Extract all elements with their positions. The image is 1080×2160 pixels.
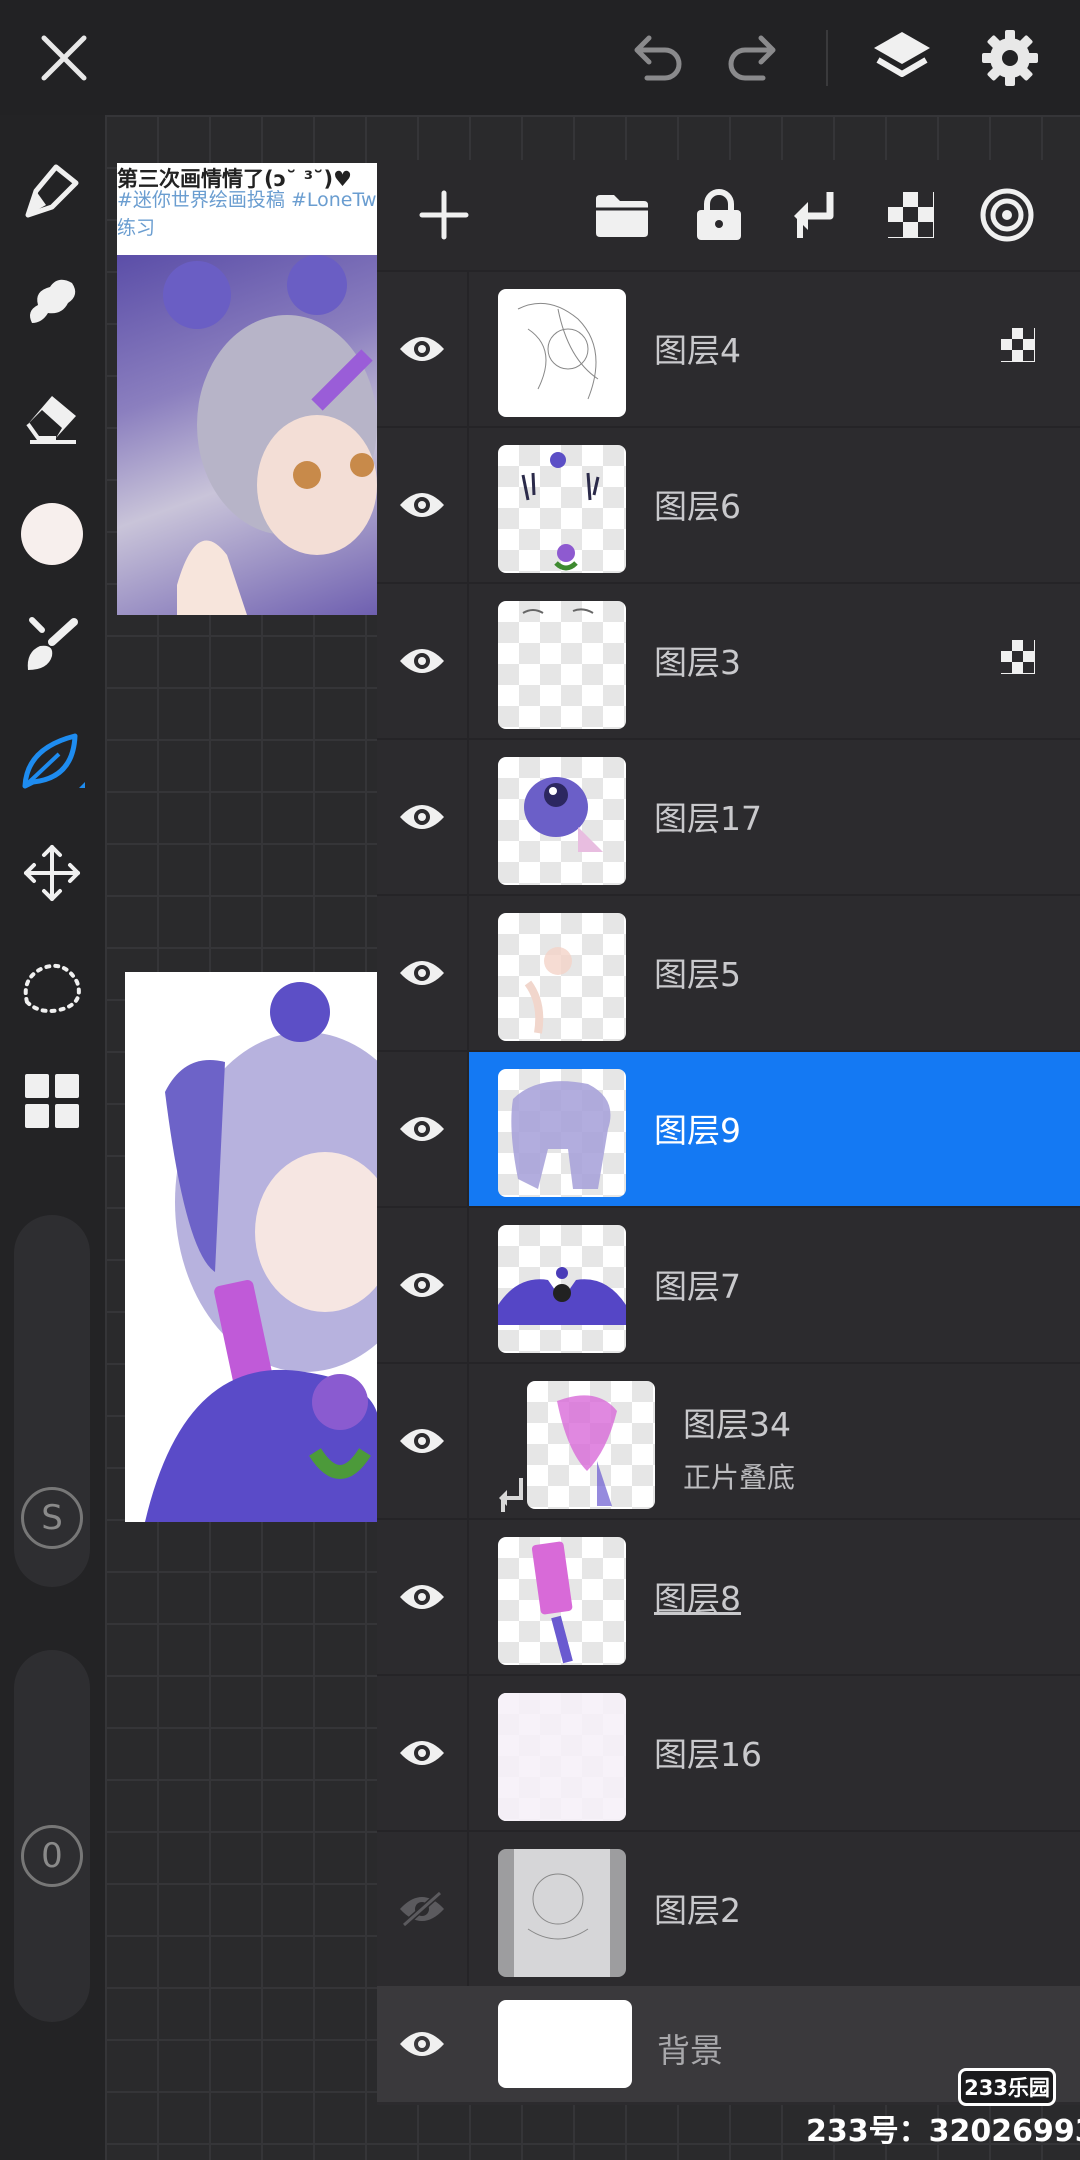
add-layer-icon[interactable] [407, 178, 481, 252]
layer-name: 图层17 [654, 799, 762, 838]
lock-icon[interactable] [682, 178, 756, 252]
alpha-lock-indicator-icon[interactable] [1000, 327, 1036, 367]
visibility-eye-icon[interactable] [377, 1208, 469, 1362]
layer-row[interactable]: 图层8 [377, 1518, 1080, 1674]
visibility-eye-icon[interactable] [377, 584, 469, 738]
layer-row-clipped[interactable]: 图层34 正片叠底 [377, 1362, 1080, 1518]
layer-name: 图层16 [654, 1735, 762, 1774]
paint-bucket-icon[interactable] [16, 610, 88, 682]
background-color-swatch[interactable] [498, 2000, 632, 2088]
layer-name: 图层8 [654, 1579, 741, 1618]
layer-row[interactable]: 图层6 [377, 426, 1080, 582]
visibility-eye-icon[interactable] [377, 1520, 469, 1674]
visibility-eye-icon[interactable] [377, 740, 469, 894]
layers-panel: 图层4 图层6 图层3 图层17 图层5 图层9 图层7 图层34 正片叠底 图… [377, 160, 1080, 2105]
reference-caption: 练习 [117, 217, 156, 239]
layer-name: 图层7 [654, 1267, 741, 1306]
visibility-eye-icon[interactable] [398, 2028, 446, 2064]
layer-blend-mode: 正片叠底 [683, 1461, 796, 1494]
brush-size-slider[interactable]: S [14, 1215, 90, 1587]
layer-name: 图层4 [654, 331, 741, 370]
clipping-mask-arrow-icon [497, 1476, 527, 1518]
visibility-eye-icon[interactable] [377, 1052, 469, 1206]
eraser-icon[interactable] [16, 380, 88, 452]
visibility-eye-icon[interactable] [377, 1676, 469, 1830]
layer-row-hidden[interactable]: 图层2 [377, 1830, 1080, 1986]
top-bar [0, 0, 1080, 115]
visibility-eye-icon[interactable] [377, 1364, 469, 1518]
layer-name: 图层5 [654, 955, 741, 994]
layer-name: 图层2 [654, 1891, 741, 1930]
redo-icon[interactable] [718, 22, 790, 94]
reference-hashtags: #迷你世界绘画投稿 #LoneTwk [117, 189, 379, 211]
layer-row[interactable]: 图层7 [377, 1206, 1080, 1362]
brush-opacity-slider[interactable]: 0 [14, 1650, 90, 2022]
move-icon[interactable] [16, 837, 88, 909]
lasso-icon[interactable] [16, 952, 88, 1024]
close-icon[interactable] [28, 22, 100, 94]
grid-icon[interactable] [16, 1065, 88, 1137]
layers-icon[interactable] [866, 22, 938, 94]
layer-row-selected[interactable]: 图层9 [377, 1050, 1080, 1206]
layer-thumbnail [498, 913, 626, 1041]
layer-name: 图层6 [654, 487, 741, 526]
visibility-eye-icon[interactable] [377, 272, 469, 426]
blend-target-icon[interactable] [970, 178, 1044, 252]
hidden-eye-icon[interactable] [377, 1832, 469, 1986]
alpha-lock-icon[interactable] [874, 178, 948, 252]
layer-name: 图层3 [654, 643, 741, 682]
layer-thumbnail [527, 1381, 655, 1509]
color-swatch[interactable] [16, 498, 88, 570]
layer-thumbnail [498, 1537, 626, 1665]
opacity-knob[interactable]: 0 [21, 1825, 83, 1887]
background-layer-name: 背景 [657, 2031, 723, 2070]
tool-sidebar: S 0 [0, 115, 105, 2160]
size-knob[interactable]: S [21, 1487, 83, 1549]
layer-thumbnail [498, 1225, 626, 1353]
layer-row[interactable]: 图层16 [377, 1674, 1080, 1830]
watermark-logo: 233乐园 [958, 2068, 1056, 2106]
alpha-lock-indicator-icon[interactable] [1000, 639, 1036, 679]
watermark-id: 233号：320269934 [806, 2114, 1080, 2149]
visibility-eye-icon[interactable] [377, 428, 469, 582]
undo-icon[interactable] [620, 22, 692, 94]
layer-thumbnail [498, 445, 626, 573]
visibility-eye-icon[interactable] [377, 896, 469, 1050]
layer-row[interactable]: 图层17 [377, 738, 1080, 894]
layer-thumbnail [498, 757, 626, 885]
gear-icon[interactable] [974, 22, 1046, 94]
layer-row[interactable]: 图层5 [377, 894, 1080, 1050]
layer-thumbnail [498, 1849, 626, 1977]
smudge-icon[interactable] [16, 265, 88, 337]
merge-down-icon[interactable] [777, 178, 851, 252]
layer-thumbnail [498, 1693, 626, 1821]
layer-thumbnail [498, 1069, 626, 1197]
layer-name: 图层34 [683, 1405, 791, 1444]
layers-panel-toolbar [377, 160, 1080, 270]
layer-thumbnail [498, 289, 626, 417]
layer-name: 图层9 [654, 1111, 741, 1150]
active-color-swatch [21, 503, 83, 565]
folder-icon[interactable] [585, 178, 659, 252]
layer-thumbnail [498, 601, 626, 729]
layer-row[interactable]: 图层4 [377, 270, 1080, 426]
leaf-brush-icon[interactable] [16, 725, 88, 797]
reference-image-bottom[interactable] [125, 972, 379, 1522]
layer-row[interactable]: 图层3 [377, 582, 1080, 738]
brush-icon[interactable] [16, 155, 88, 227]
reference-image-top[interactable]: 第三次画情情了(ɔ˘ ³˘)♥ #迷你世界绘画投稿 #LoneTwk 练习 [117, 163, 379, 615]
divider [826, 30, 828, 86]
reference-artwork [117, 255, 379, 615]
